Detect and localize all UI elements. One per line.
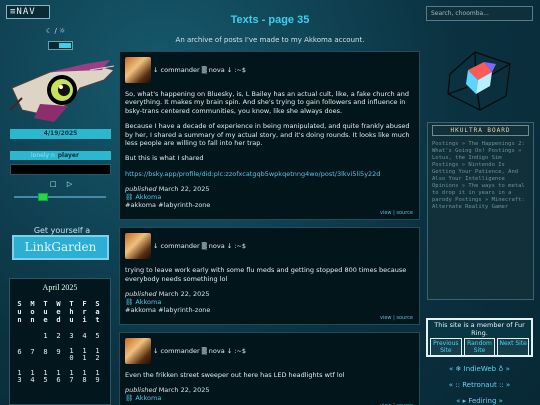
calendar-weekday: T u e <box>43 300 48 324</box>
calendar-day[interactable]: 1 <box>39 332 52 340</box>
blogroll-list[interactable]: Postings » The Happenings 2: What's Goin… <box>432 141 529 211</box>
post-author[interactable]: ↓ commander ▒ nova ↓ :~$ <box>153 242 246 250</box>
calendar-week: 12345 <box>13 332 107 340</box>
calendar-week: 67891 01 11 2 <box>13 348 107 362</box>
calendar-day[interactable]: 8 <box>39 348 52 362</box>
post-paragraph: trying to leave work early with some flu… <box>125 266 407 283</box>
post-date: March 22, 2025 <box>158 386 210 395</box>
post-author[interactable]: ↓ commander ▒ nova ↓ :~$ <box>153 66 246 74</box>
calendar-day[interactable]: 1 7 <box>65 370 78 384</box>
calendar-day[interactable]: 1 3 <box>13 370 26 384</box>
post-paragraph: Even the frikken street sweeper out here… <box>125 371 345 380</box>
blogroll-widget: HKULTRA BOARD Postings » The Happenings … <box>427 122 534 300</box>
calendar-weekday: S u n <box>17 300 22 324</box>
post-card: ↓ commander ▒ nova ↓ :~$ Even the frikken… <box>119 332 420 405</box>
calendar-weekday: T h u <box>69 300 74 324</box>
post-meta: published March 22, 2025 ⛓ Akkoma #akkoma … <box>125 185 413 209</box>
linkgarden-button[interactable]: LinkGarden <box>12 235 109 260</box>
calendar-widget: April 2025 S u n M o n T u e W e d T h u F r … <box>9 278 111 405</box>
avatar[interactable] <box>125 233 151 260</box>
published-label: published <box>125 290 157 299</box>
player-screen <box>10 164 111 175</box>
calendar-title: April 2025 <box>42 283 78 292</box>
calendar-weekday-header: S u nM o nT u eW e dT h uF r iS a t <box>13 300 107 324</box>
calendar-day[interactable]: 6 <box>13 348 26 362</box>
calendar-day[interactable]: 1 8 <box>78 370 91 384</box>
post-meta: published March 22, 2025 ⛓ Akkoma <box>125 386 413 402</box>
post-network-link[interactable]: ⛓ Akkoma <box>125 298 413 306</box>
post-date: March 22, 2025 <box>158 290 210 299</box>
page-subtitle: An archive of posts I've made to my Akko… <box>175 36 365 44</box>
calendar-day[interactable]: 1 9 <box>91 370 104 384</box>
calendar-day[interactable]: 7 <box>26 348 39 362</box>
webring-box: This site is a member of Fur Ring. Previ… <box>426 318 533 357</box>
calendar-days: 1234567891 01 11 21 31 41 51 61 71 81 9 <box>13 332 107 384</box>
webring-random-button[interactable]: Random Site <box>463 338 496 356</box>
post-network-link[interactable]: ⛓ Akkoma <box>125 193 413 201</box>
calendar-day[interactable]: 1 6 <box>52 370 65 384</box>
calendar-weekday: S a t <box>95 300 100 324</box>
published-label: published <box>125 185 157 194</box>
spinning-cube-image <box>447 51 511 111</box>
published-label: published <box>125 386 157 395</box>
post-body: So, what's happening on Bluesky, is, L B… <box>125 90 413 178</box>
calendar-day[interactable]: 3 <box>65 332 78 340</box>
calendar-day[interactable]: 1 5 <box>39 370 52 384</box>
webring-prev-button[interactable]: Previous Site <box>430 338 462 356</box>
webring-next-button[interactable]: Next Site <box>497 338 529 356</box>
calendar-day[interactable]: 4 <box>78 332 91 340</box>
view-link[interactable]: view <box>380 315 392 321</box>
post-card: ↓ commander ▒ nova ↓ :~$ So, what's happe… <box>119 51 420 221</box>
volume-slider-thumb[interactable] <box>38 193 48 201</box>
post-network-link[interactable]: ⛓ Akkoma <box>125 394 413 402</box>
retronaut-link[interactable]: « :: Retronaut :: » <box>426 381 533 389</box>
post-paragraph: But this is what I shared <box>125 154 204 163</box>
avatar[interactable] <box>125 57 151 83</box>
player-song-title: lonely n <box>31 152 55 159</box>
blogroll-title: HKULTRA BOARD <box>432 125 529 136</box>
post-feed: ↓ commander ▒ nova ↓ :~$ So, what's happe… <box>119 51 420 405</box>
player-controls[interactable]: □ ▷ <box>50 180 76 188</box>
calendar-day[interactable] <box>13 332 26 340</box>
view-link[interactable]: view <box>380 210 392 216</box>
post-paragraph: So, what's happening on Bluesky, is, L B… <box>125 90 409 115</box>
player-label: player <box>57 152 79 159</box>
calendar-day[interactable]: 5 <box>91 332 104 340</box>
post-tags[interactable]: #akkoma #labyrinth-zone <box>125 306 413 314</box>
post-date: March 22, 2025 <box>158 185 210 194</box>
post-body: trying to leave work early with some flu… <box>125 266 413 283</box>
calendar-weekday: F r i <box>82 300 87 324</box>
post-link[interactable]: https://bsky.app/profile/did:plc:zzofxca… <box>125 170 413 178</box>
calendar-week: 1 31 41 51 61 71 81 9 <box>13 370 107 384</box>
calendar-day[interactable]: 9 <box>52 348 65 362</box>
linkgarden-caption: Get yourself a <box>33 226 91 235</box>
calendar-day[interactable] <box>26 332 39 340</box>
mascot-creature-image <box>10 60 115 122</box>
volume-slider[interactable] <box>14 193 106 201</box>
calendar-day[interactable]: 1 1 <box>78 348 91 362</box>
calendar-weekday: W e d <box>56 300 61 324</box>
webring-text: This site is a member of Fur Ring. <box>434 321 525 337</box>
post-body: Even the frikken street sweeper out here… <box>125 371 413 379</box>
calendar-day[interactable]: 2 <box>52 332 65 340</box>
theme-toggle-icons: ☾ / ☼ <box>46 27 66 35</box>
post-card: ↓ commander ▒ nova ↓ :~$ trying to leave … <box>119 227 420 326</box>
fediring-link[interactable]: « ▸ Fediring » <box>426 397 533 405</box>
date-display: 4/19/2025 <box>10 129 111 139</box>
post-tags[interactable]: #akkoma #labyrinth-zone <box>125 201 413 209</box>
calendar-day[interactable]: 1 2 <box>91 348 104 362</box>
search-input[interactable]: Search, choomba... <box>426 6 533 21</box>
source-link[interactable]: source <box>396 315 413 321</box>
post-meta: published March 22, 2025 ⛓ Akkoma #akkoma … <box>125 290 413 314</box>
indieweb-link[interactable]: « ❄ IndieWeb ♁ » <box>426 365 533 373</box>
calendar-day[interactable]: 1 0 <box>65 348 78 362</box>
source-link[interactable]: source <box>396 210 413 216</box>
post-paragraph: Because I have a decade of experience in… <box>125 122 410 148</box>
calendar-day[interactable]: 1 4 <box>26 370 39 384</box>
music-player-bar: lonely n player <box>10 151 111 160</box>
post-author[interactable]: ↓ commander ▒ nova ↓ :~$ <box>153 347 246 355</box>
calendar-weekday: M o n <box>30 300 35 324</box>
avatar[interactable] <box>125 338 151 365</box>
